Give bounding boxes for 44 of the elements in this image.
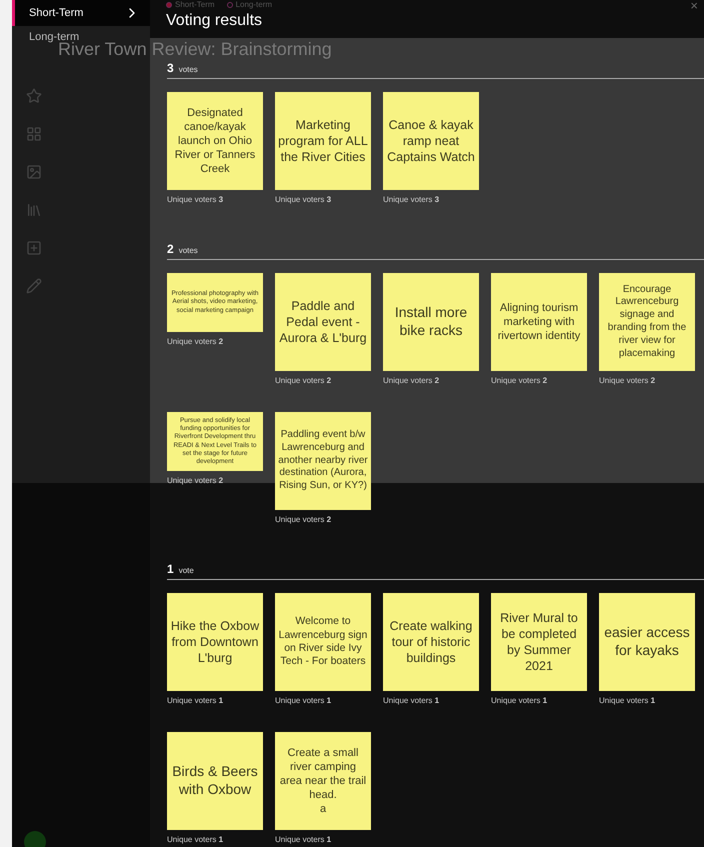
unique-voters-label: Unique voters 1 (599, 696, 656, 705)
sticky-note[interactable]: Designated canoe/kayak launch on Ohio River or Tanners Creek (167, 92, 263, 190)
unique-voters-label: Unique voters 2 (275, 515, 332, 524)
sticky-note[interactable]: Paddling event b/w Lawrenceburg and another nearby river destination (Aurora, Rising Sun, or KY?) (275, 412, 371, 510)
unique-voters-label: Unique voters 1 (275, 835, 332, 844)
unique-voters-label: Unique voters 2 (275, 376, 332, 385)
library-icon[interactable] (26, 202, 42, 218)
unique-voters-label: Unique voters 1 (275, 696, 332, 705)
unique-voters-label: Unique voters 1 (167, 696, 224, 705)
unique-voters-label: Unique voters 3 (167, 195, 224, 204)
unique-voters-label: Unique voters 2 (167, 476, 224, 485)
panel-title: Voting results (166, 12, 264, 30)
vote-group-heading: 2 votes (167, 242, 704, 260)
vote-group-heading: 3 votes (167, 61, 704, 79)
star-icon[interactable] (26, 88, 42, 104)
unique-voters-label: Unique voters 1 (491, 696, 548, 705)
add-frame-icon[interactable] (26, 240, 42, 256)
unique-voters-label: Unique voters 1 (383, 696, 440, 705)
unique-voters-label: Unique voters 2 (599, 376, 656, 385)
sticky-note[interactable]: Install more bike racks (383, 273, 479, 371)
pen-icon[interactable] (26, 278, 42, 294)
sticky-note[interactable]: Create a small river camping area near the trail head. a (275, 732, 371, 830)
vote-group-heading: 1 vote (167, 562, 704, 580)
sticky-note[interactable]: Encourage Lawrenceburg signage and branding from the river view for placemaking (599, 273, 695, 371)
sticky-note[interactable]: Create walking tour of historic buildings (383, 593, 479, 691)
unique-voters-label: Unique voters 3 (275, 195, 332, 204)
sticky-note[interactable]: easier access for kayaks (599, 593, 695, 691)
unique-voters-label: Unique voters 2 (167, 337, 224, 346)
sticky-note[interactable]: Welcome to Lawrenceburg sign on River side Ivy Tech - For boaters (275, 593, 371, 691)
unique-voters-label: Unique voters 2 (491, 376, 548, 385)
sticky-note[interactable]: Canoe & kayak ramp neat Captains Watch (383, 92, 479, 190)
board-title: River Town Review: Brainstorming (58, 39, 332, 59)
unique-voters-label: Unique voters 3 (383, 195, 440, 204)
sticky-note[interactable]: Birds & Beers with Oxbow (167, 732, 263, 830)
grid-icon[interactable] (26, 126, 42, 142)
unique-voters-label: Unique voters 2 (383, 376, 440, 385)
sticky-note[interactable]: Paddle and Pedal event - Aurora & L'burg (275, 273, 371, 371)
sticky-note[interactable]: River Mural to be completed by Summer 2021 (491, 593, 587, 691)
image-icon[interactable] (26, 164, 42, 180)
sidebar-item[interactable]: Short-Term (12, 0, 150, 26)
unique-voters-label: Unique voters 1 (167, 835, 224, 844)
sticky-note[interactable]: Marketing program for ALL the River Cities (275, 92, 371, 190)
sticky-note[interactable]: Aligning tourism marketing with rivertown identity (491, 273, 587, 371)
sticky-note[interactable]: Hike the Oxbow from Downtown L'burg (167, 593, 263, 691)
